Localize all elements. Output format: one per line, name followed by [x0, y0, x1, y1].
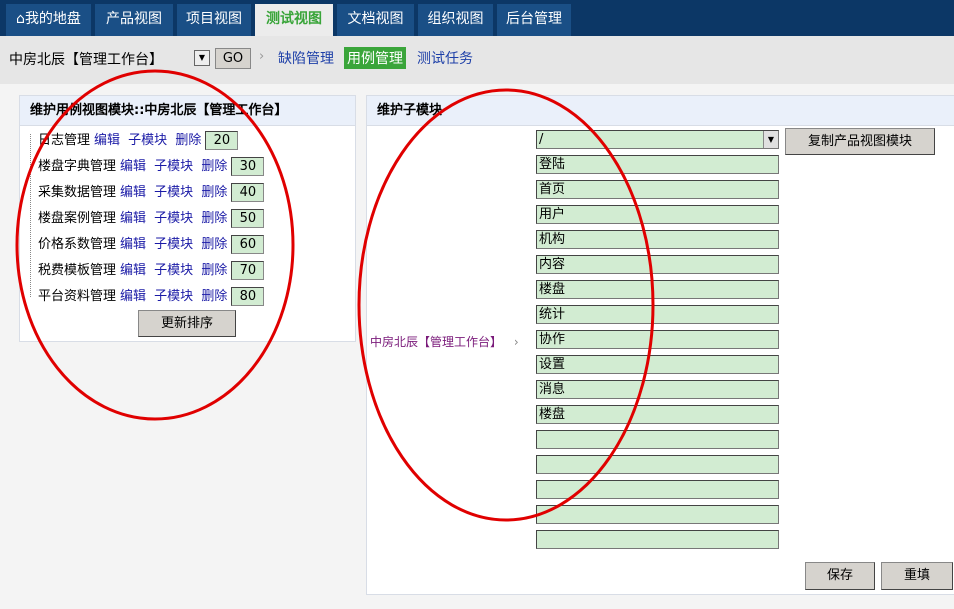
edit-link[interactable]: 编辑	[94, 133, 120, 148]
module-row: 日志管理 编辑 子模块 删除 20	[38, 131, 239, 151]
order-input[interactable]: 60	[231, 235, 265, 254]
chevron-down-icon: ▼	[763, 131, 778, 148]
link-bug[interactable]: 缺陷管理	[275, 47, 337, 69]
module-row: 楼盘案例管理 编辑 子模块 删除 50	[38, 209, 265, 229]
order-input[interactable]: 40	[231, 183, 265, 202]
module-row: 税费模板管理 编辑 子模块 删除 70	[38, 261, 265, 281]
edit-link[interactable]: 编辑	[120, 237, 146, 252]
submodule-input[interactable]: 首页	[536, 180, 779, 199]
tab-org[interactable]: 组织视图	[418, 4, 495, 36]
module-row: 价格系数管理 编辑 子模块 删除 60	[38, 235, 265, 255]
delete-link[interactable]: 删除	[201, 289, 227, 304]
separator-icon: ›	[259, 49, 265, 64]
tab-admin[interactable]: 后台管理	[497, 4, 573, 36]
submodule-input[interactable]	[536, 505, 779, 524]
submodule-input[interactable]: 统计	[536, 305, 779, 324]
submodule-input[interactable]: 楼盘	[536, 280, 779, 299]
order-input[interactable]: 20	[205, 131, 239, 150]
separator-icon: ›	[513, 335, 519, 349]
delete-link[interactable]: 删除	[201, 237, 227, 252]
submodule-link[interactable]: 子模块	[154, 263, 193, 278]
tree-line	[30, 134, 38, 297]
edit-link[interactable]: 编辑	[120, 159, 146, 174]
submodule-input[interactable]: 机构	[536, 230, 779, 249]
module-name: 税费模板管理	[38, 263, 117, 278]
parent-select[interactable]: / ▼	[536, 130, 779, 149]
project-name: 中房北辰【管理工作台】	[9, 52, 163, 68]
submodule-panel-title: 维护子模块	[367, 96, 954, 126]
tab-my[interactable]: ⌂我的地盘	[6, 4, 93, 36]
edit-link[interactable]: 编辑	[120, 289, 146, 304]
order-input[interactable]: 50	[231, 209, 265, 228]
link-task[interactable]: 测试任务	[414, 47, 476, 69]
project-dropdown[interactable]: ▼	[194, 50, 210, 66]
module-name: 日志管理	[38, 133, 91, 148]
order-input[interactable]: 70	[231, 261, 265, 280]
submodule-input[interactable]: 登陆	[536, 155, 779, 174]
home-icon: ⌂	[16, 11, 25, 27]
submodule-input[interactable]: 用户	[536, 205, 779, 224]
tab-test[interactable]: 测试视图	[255, 4, 335, 36]
submodule-input[interactable]: 设置	[536, 355, 779, 374]
submodule-link[interactable]: 子模块	[154, 211, 193, 226]
module-name: 楼盘案例管理	[38, 211, 117, 226]
tab-product[interactable]: 产品视图	[95, 4, 175, 36]
module-row: 楼盘字典管理 编辑 子模块 删除 30	[38, 157, 265, 177]
copy-product-modules-button[interactable]: 复制产品视图模块	[785, 128, 935, 155]
submodule-input[interactable]	[536, 455, 779, 474]
submodule-link[interactable]: 子模块	[154, 159, 193, 174]
edit-link[interactable]: 编辑	[120, 211, 146, 226]
submodule-input[interactable]: 楼盘	[536, 405, 779, 424]
reset-button[interactable]: 重填	[881, 562, 953, 590]
edit-link[interactable]: 编辑	[120, 185, 146, 200]
module-name: 平台资料管理	[38, 289, 117, 304]
module-row: 平台资料管理 编辑 子模块 删除 80	[38, 287, 265, 307]
module-row: 采集数据管理 编辑 子模块 删除 40	[38, 183, 265, 203]
order-input[interactable]: 80	[231, 287, 265, 306]
submodule-input[interactable]: 协作	[536, 330, 779, 349]
module-panel-title: 维护用例视图模块::中房北辰【管理工作台】	[20, 96, 355, 126]
parent-select-value: /	[539, 132, 544, 147]
delete-link[interactable]: 删除	[201, 185, 227, 200]
submodule-link[interactable]: 子模块	[154, 237, 193, 252]
delete-link[interactable]: 删除	[201, 159, 227, 174]
update-order-button[interactable]: 更新排序	[138, 310, 236, 337]
submodule-input[interactable]	[536, 530, 779, 549]
delete-link[interactable]: 删除	[201, 263, 227, 278]
order-input[interactable]: 30	[231, 157, 265, 176]
module-name: 楼盘字典管理	[38, 159, 117, 174]
top-nav: ⌂我的地盘 产品视图 项目视图 测试视图 文档视图 组织视图 后台管理	[0, 0, 954, 36]
save-button[interactable]: 保存	[805, 562, 875, 590]
submodule-input[interactable]: 消息	[536, 380, 779, 399]
go-button[interactable]: GO	[215, 48, 251, 69]
sub-nav: 中房北辰【管理工作台】 ▼ GO › 缺陷管理 用例管理 测试任务	[0, 36, 954, 84]
submodule-link[interactable]: 子模块	[154, 289, 193, 304]
edit-link[interactable]: 编辑	[120, 263, 146, 278]
link-case[interactable]: 用例管理	[344, 47, 406, 69]
submodule-input[interactable]	[536, 480, 779, 499]
submodule-input[interactable]: 内容	[536, 255, 779, 274]
submodule-link[interactable]: 子模块	[128, 133, 167, 148]
tab-doc[interactable]: 文档视图	[337, 4, 416, 36]
parent-module-name: 中房北辰【管理工作台】	[370, 335, 503, 349]
tab-project[interactable]: 项目视图	[177, 4, 253, 36]
module-name: 价格系数管理	[38, 237, 117, 252]
submodule-link[interactable]: 子模块	[154, 185, 193, 200]
delete-link[interactable]: 删除	[175, 133, 201, 148]
submodule-input[interactable]	[536, 430, 779, 449]
module-name: 采集数据管理	[38, 185, 117, 200]
delete-link[interactable]: 删除	[201, 211, 227, 226]
parent-module: 中房北辰【管理工作台】 ›	[370, 333, 519, 350]
